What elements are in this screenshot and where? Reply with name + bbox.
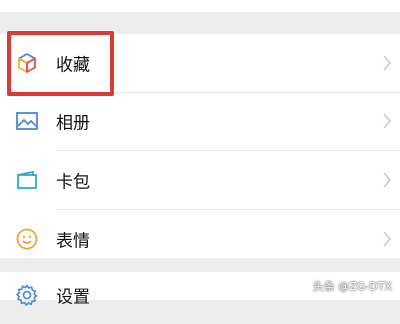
highlight-box xyxy=(7,31,114,96)
menu-item-label: 设置 xyxy=(56,287,90,308)
menu-group-top: 文件 xyxy=(0,0,400,12)
menu-item-label: 文件 xyxy=(56,0,90,2)
gear-icon xyxy=(14,282,40,308)
chevron-right-icon xyxy=(383,113,392,129)
menu-item-label: 表情 xyxy=(56,231,90,252)
chevron-right-icon xyxy=(383,172,392,188)
chat-bubble-icon xyxy=(14,0,40,2)
picture-icon xyxy=(14,108,40,134)
menu-item-settings[interactable]: 设置 xyxy=(0,266,400,324)
chevron-right-icon xyxy=(383,231,392,247)
menu-item-card-wallet[interactable]: 卡包 xyxy=(0,151,400,209)
menu-item-file[interactable]: 文件 xyxy=(0,0,400,18)
watermark: 头条 @ZG-DTX xyxy=(312,280,392,293)
smiley-icon xyxy=(14,226,40,252)
card-wallet-icon xyxy=(14,167,40,193)
chevron-right-icon xyxy=(383,55,392,71)
menu-item-label: 卡包 xyxy=(56,172,90,193)
menu-item-album[interactable]: 相册 xyxy=(0,92,400,150)
menu-item-stickers[interactable]: 表情 xyxy=(0,210,400,268)
menu-item-label: 相册 xyxy=(56,113,90,134)
